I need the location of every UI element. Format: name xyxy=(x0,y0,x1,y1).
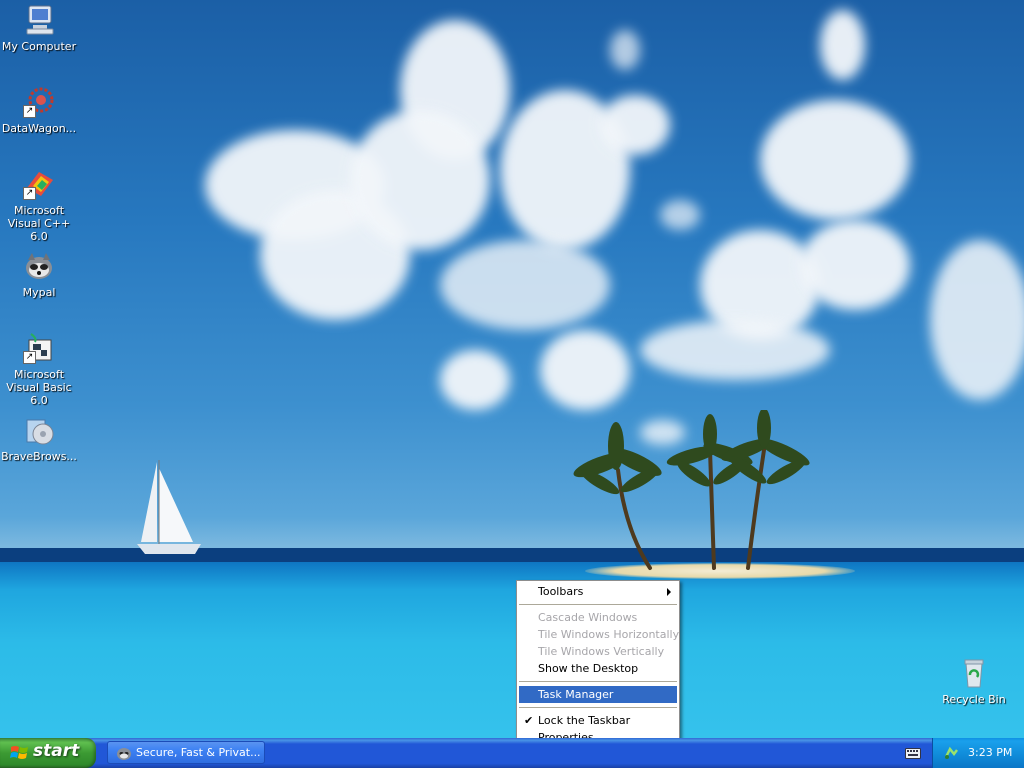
wallpaper-cloud xyxy=(610,30,640,70)
shortcut-arrow-icon: ↗ xyxy=(23,105,36,118)
mypal-icon xyxy=(23,250,55,282)
visual-basic-icon: ↗ xyxy=(23,332,55,364)
clock[interactable]: 3:23 PM xyxy=(968,746,1012,759)
taskbar-window-button[interactable]: Secure, Fast & Privat... xyxy=(107,741,265,764)
desktop-icon-label: Microsoft Visual Basic 6.0 xyxy=(6,368,72,407)
taskbar-context-menu: Toolbars Cascade Windows Tile Windows Ho… xyxy=(516,580,680,746)
menu-item-label: Show the Desktop xyxy=(538,662,639,675)
menu-separator xyxy=(519,604,677,605)
tray-app-icon[interactable] xyxy=(943,745,959,761)
system-tray: 3:23 PM xyxy=(932,738,1024,768)
shortcut-arrow-icon: ↗ xyxy=(23,351,36,364)
shortcut-arrow-icon: ↗ xyxy=(23,187,36,200)
menu-item-label: Tile Windows Horizontally xyxy=(538,628,680,641)
desktop-icon-label: DataWagon... xyxy=(1,122,77,135)
visual-cpp-icon: ↗ xyxy=(23,168,55,200)
wallpaper-cloud xyxy=(820,10,865,80)
menu-separator xyxy=(519,707,677,708)
desktop-icon-my-computer[interactable]: My Computer xyxy=(0,4,78,53)
mypal-icon xyxy=(117,748,131,760)
my-computer-icon xyxy=(23,4,55,36)
taskbar[interactable]: start Secure, Fast & Privat... 3:23 PM xyxy=(0,738,1024,768)
desktop[interactable]: My Computer ↗ DataWagon... ↗ Microsoft V… xyxy=(0,0,1024,738)
wallpaper-cloud xyxy=(350,110,490,250)
bravebrowser-icon xyxy=(23,414,55,446)
desktop-icon-label: Recycle Bin xyxy=(942,693,1006,706)
menu-item-label: Task Manager xyxy=(538,688,614,701)
checkmark-icon: ✔ xyxy=(524,714,534,727)
desktop-icon-bravebrowser[interactable]: BraveBrows... xyxy=(0,414,78,463)
desktop-icon-label: Microsoft Visual C++ 6.0 xyxy=(7,204,71,243)
desktop-icon-recycle-bin[interactable]: Recycle Bin xyxy=(935,657,1013,706)
wallpaper-cloud xyxy=(760,100,910,220)
desktop-icon-datawagon[interactable]: ↗ DataWagon... xyxy=(0,86,78,135)
wallpaper-sea xyxy=(0,548,1024,738)
start-label: start xyxy=(33,741,80,761)
menu-item-toolbars[interactable]: Toolbars xyxy=(519,583,677,600)
submenu-arrow-icon xyxy=(667,588,671,596)
menu-item-tile-horizontally[interactable]: Tile Windows Horizontally xyxy=(519,626,680,643)
keyboard-icon[interactable] xyxy=(905,746,921,760)
menu-item-label: Lock the Taskbar xyxy=(538,714,631,727)
desktop-icon-label: BraveBrows... xyxy=(1,450,77,463)
sailboat-image xyxy=(137,460,201,554)
menu-item-label: Tile Windows Vertically xyxy=(538,645,665,658)
palm-trees-image xyxy=(573,410,810,570)
wallpaper-cloud xyxy=(540,330,630,410)
wallpaper-cloud xyxy=(600,95,670,155)
menu-separator xyxy=(519,681,677,682)
menu-item-tile-vertically[interactable]: Tile Windows Vertically xyxy=(519,643,677,660)
taskbar-window-label: Secure, Fast & Privat... xyxy=(136,746,261,759)
wallpaper-cloud xyxy=(440,350,510,410)
wallpaper-cloud xyxy=(930,240,1024,400)
wallpaper-cloud xyxy=(440,240,610,330)
desktop-icon-mypal[interactable]: Mypal xyxy=(0,250,78,299)
menu-item-cascade-windows[interactable]: Cascade Windows xyxy=(519,609,677,626)
menu-item-task-manager[interactable]: Task Manager xyxy=(519,686,677,703)
wallpaper-cloud xyxy=(800,220,910,310)
desktop-icon-label: My Computer xyxy=(1,40,77,53)
desktop-icon-visual-cpp[interactable]: ↗ Microsoft Visual C++ 6.0 xyxy=(0,168,78,243)
menu-item-lock-taskbar[interactable]: ✔ Lock the Taskbar xyxy=(519,712,677,729)
wallpaper-cloud xyxy=(640,320,830,380)
menu-item-label: Cascade Windows xyxy=(538,611,638,624)
datawagon-icon: ↗ xyxy=(23,86,55,118)
desktop-icon-label: Mypal xyxy=(22,286,56,299)
wallpaper-cloud xyxy=(660,200,700,230)
desktop-icon-visual-basic[interactable]: ↗ Microsoft Visual Basic 6.0 xyxy=(0,332,78,407)
windows-logo-icon xyxy=(10,746,28,759)
recycle-bin-icon xyxy=(958,657,990,689)
start-button[interactable]: start xyxy=(0,738,96,768)
menu-item-label: Toolbars xyxy=(538,585,584,598)
menu-item-show-desktop[interactable]: Show the Desktop xyxy=(519,660,677,677)
